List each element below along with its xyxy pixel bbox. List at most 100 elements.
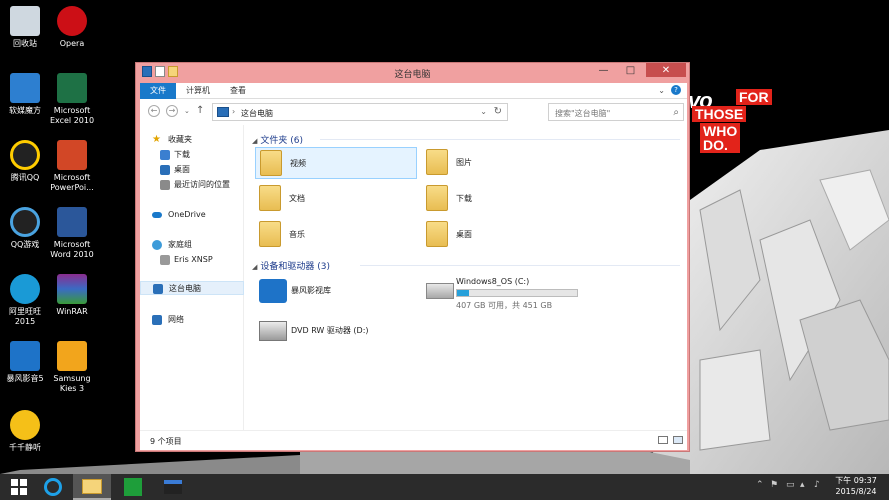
music-folder-icon xyxy=(259,221,281,247)
nav-onedrive[interactable]: OneDrive xyxy=(140,208,244,222)
drive-c[interactable]: Windows8_OS (C:) 407 GB 可用，共 451 GB xyxy=(422,275,622,313)
title-bar[interactable]: 这台电脑 — □ ✕ xyxy=(136,63,689,83)
nav-label: Eris XNSP xyxy=(174,255,213,264)
homegroup-icon xyxy=(152,240,162,250)
folder-item-videos[interactable]: 视频 xyxy=(255,147,417,179)
device-dvd-drive[interactable]: DVD RW 驱动器 (D:) xyxy=(255,315,455,349)
desktop-icon-baofeng[interactable]: 暴风影音5 xyxy=(0,341,50,384)
minimize-button[interactable]: — xyxy=(591,63,616,77)
desktop-icon-label: Microsoft PowerPoi... xyxy=(50,173,94,192)
nav-recent-places[interactable]: 最近访问的位置 xyxy=(140,178,244,192)
folder-name: 视频 xyxy=(290,159,306,168)
folder-item-desktop[interactable]: 桌面 xyxy=(422,219,584,251)
nav-label: 网络 xyxy=(168,315,184,324)
tray-power-icon[interactable]: ▭ xyxy=(786,480,795,490)
desktop-icon-powerpoint[interactable]: Microsoft PowerPoi... xyxy=(47,140,97,193)
nav-desktop[interactable]: 桌面 xyxy=(140,163,244,177)
ribbon: 文件 计算机 查看 ⌄ ? xyxy=(140,83,687,99)
up-arrow-icon[interactable]: ↑ xyxy=(196,105,204,116)
desktop-icon-label: 软媒魔方 xyxy=(9,106,41,115)
nav-homegroup-user[interactable]: Eris XNSP xyxy=(140,253,244,267)
large-icons-view-icon[interactable] xyxy=(673,436,683,444)
folders-group-header[interactable]: ◢ 文件夹 (6) xyxy=(252,133,303,146)
maximize-icon: □ xyxy=(625,64,636,76)
desktop-icon-excel[interactable]: Microsoft Excel 2010 xyxy=(47,73,97,126)
refresh-icon[interactable]: ↻ xyxy=(494,106,502,117)
devices-group-header[interactable]: ◢ 设备和驱动器 (3) xyxy=(252,259,330,272)
folder-name: 文档 xyxy=(289,194,305,203)
start-button[interactable] xyxy=(0,474,38,500)
desktop-icon-ttplayer[interactable]: 千千静听 xyxy=(0,410,50,453)
hard-drive-icon xyxy=(426,283,454,299)
folder-item-music[interactable]: 音乐 xyxy=(255,219,417,251)
cloud-icon xyxy=(152,212,162,218)
close-button[interactable]: ✕ xyxy=(646,63,686,77)
nav-network[interactable]: 网络 xyxy=(140,313,244,327)
device-name: 暴风影视库 xyxy=(291,286,331,295)
back-button[interactable]: ← xyxy=(148,105,160,117)
tab-view[interactable]: 查看 xyxy=(220,83,256,99)
taskbar-app[interactable] xyxy=(154,474,192,500)
nav-this-pc[interactable]: 这台电脑 xyxy=(140,281,244,295)
details-view-icon[interactable] xyxy=(658,436,668,444)
forward-arrow-icon: → xyxy=(168,106,176,115)
folder-name: 下载 xyxy=(456,194,472,203)
taskbar-store[interactable] xyxy=(114,474,152,500)
desktop-icon-recycle-bin[interactable]: 回收站 xyxy=(0,6,50,49)
desktop-icon-winrar[interactable]: WinRAR xyxy=(47,274,97,317)
desktop-icon-label: QQ游戏 xyxy=(10,240,40,249)
breadcrumb[interactable]: 这台电脑 xyxy=(241,108,273,119)
tray-flag-icon[interactable]: ⚑ xyxy=(770,480,778,490)
tray-volume-icon[interactable]: ♪ xyxy=(814,480,820,490)
desktop-icon-aliwangwang[interactable]: 阿里旺旺 2015 xyxy=(0,274,50,327)
folder-item-documents[interactable]: 文档 xyxy=(255,183,417,215)
nav-favorites[interactable]: ★ 收藏夹 xyxy=(140,133,244,147)
computer-icon xyxy=(153,284,163,294)
baofeng-icon xyxy=(10,341,40,371)
file-explorer-icon xyxy=(82,478,102,494)
folder-item-pictures[interactable]: 图片 xyxy=(422,147,584,179)
tray-network-icon[interactable]: ▴ xyxy=(800,480,805,490)
nav-label: 家庭组 xyxy=(168,240,192,249)
tray-expand-icon[interactable]: ⌃ xyxy=(756,480,764,490)
search-box[interactable]: 搜索"这台电脑" ⌕ xyxy=(548,103,684,121)
folder-name: 音乐 xyxy=(289,230,305,239)
store-icon xyxy=(124,478,142,496)
desktop-icon-ruanmei[interactable]: 软媒魔方 xyxy=(0,73,50,116)
nav-homegroup[interactable]: 家庭组 xyxy=(140,238,244,252)
folder-item-downloads[interactable]: 下载 xyxy=(422,183,584,215)
desktop-icon-label: Opera xyxy=(59,39,85,48)
desktop-icon-word[interactable]: Microsoft Word 2010 xyxy=(47,207,97,260)
taskbar-file-explorer[interactable] xyxy=(73,474,111,500)
pictures-folder-icon xyxy=(426,149,448,175)
desktop-icon-opera[interactable]: Opera xyxy=(47,6,97,49)
aliwangwang-icon xyxy=(10,274,40,304)
brand-line-3: WHO DO. xyxy=(700,123,741,153)
taskbar-ie[interactable] xyxy=(34,474,72,500)
desktop-icon-kies[interactable]: Samsung Kies 3 xyxy=(47,341,97,394)
address-bar[interactable]: › 这台电脑 ⌄ ↻ xyxy=(212,103,508,121)
clock[interactable]: 下午 09:37 2015/8/24 xyxy=(826,475,886,497)
help-icon[interactable]: ? xyxy=(671,85,681,95)
content-area: ★ 收藏夹 下载 桌面 最近访问的位置 OneDrive 家庭组 Eris XN… xyxy=(140,125,687,430)
kies-icon xyxy=(57,341,87,371)
nav-downloads[interactable]: 下载 xyxy=(140,148,244,162)
maximize-button[interactable]: □ xyxy=(618,63,643,77)
desktop-icon-label: 阿里旺旺 2015 xyxy=(9,307,41,326)
brand-line-2: THOSE xyxy=(692,106,747,122)
address-dropdown-icon[interactable]: ⌄ xyxy=(480,107,487,116)
nav-label: 最近访问的位置 xyxy=(174,180,230,189)
search-input[interactable]: 搜索"这台电脑" xyxy=(555,108,610,119)
tab-computer[interactable]: 计算机 xyxy=(176,83,220,99)
desktop-icon-qq-game[interactable]: QQ游戏 xyxy=(0,207,50,250)
nav-label: 这台电脑 xyxy=(169,284,201,293)
ribbon-expand-icon[interactable]: ⌄ xyxy=(658,86,665,95)
desktop-icon-qq[interactable]: 腾讯QQ xyxy=(0,140,50,183)
forward-button[interactable]: → xyxy=(166,105,178,117)
downloads-folder-icon xyxy=(426,185,448,211)
winrar-icon xyxy=(57,274,87,304)
recent-dropdown-icon[interactable]: ⌄ xyxy=(184,107,190,115)
device-baofeng-library[interactable]: 暴风影视库 xyxy=(255,275,417,311)
excel-icon xyxy=(57,73,87,103)
tab-file[interactable]: 文件 xyxy=(140,83,176,99)
